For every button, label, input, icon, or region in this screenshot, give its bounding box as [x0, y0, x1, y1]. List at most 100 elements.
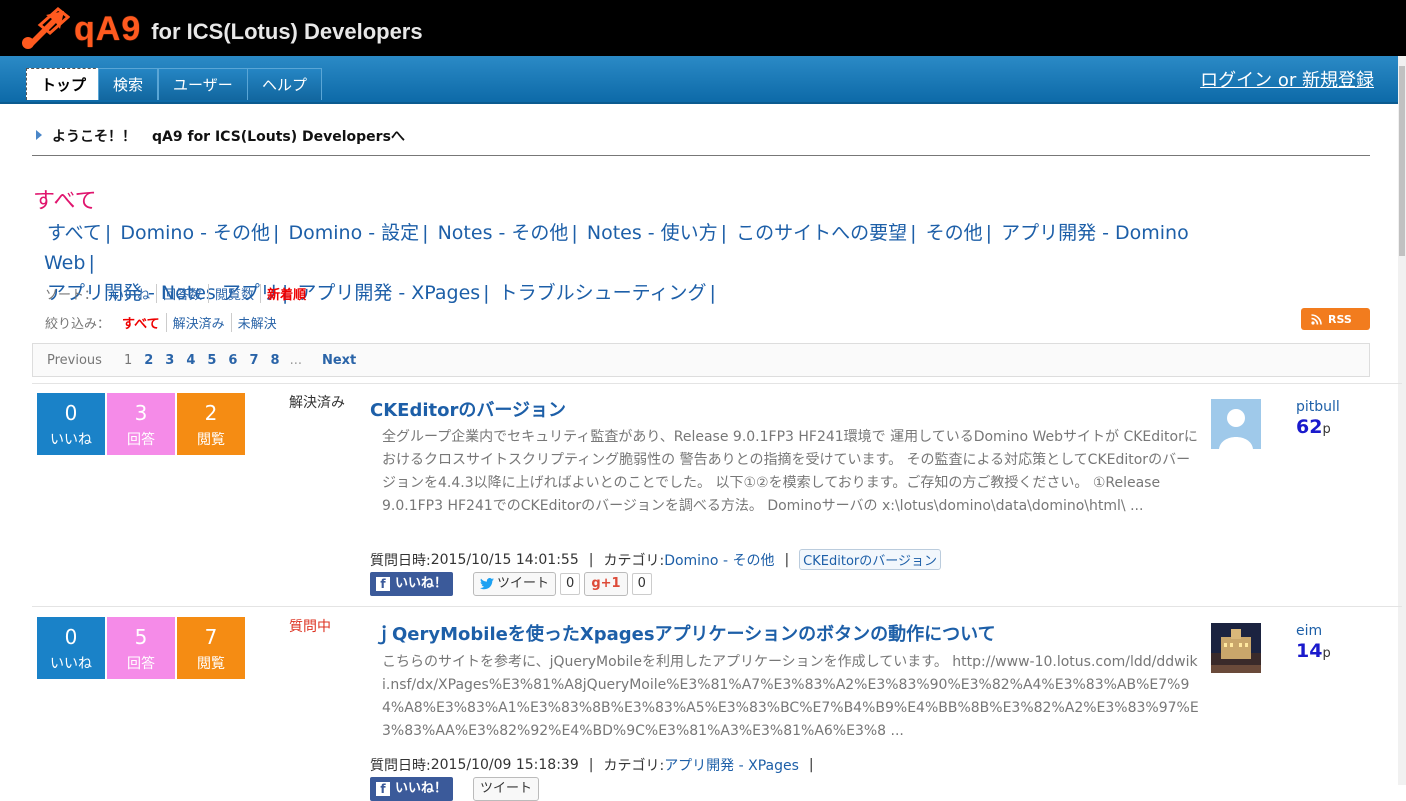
- pager-page[interactable]: 6: [228, 353, 237, 368]
- facebook-icon: f: [376, 782, 390, 796]
- main-nav: トップ 検索 ユーザー ヘルプ ログイン or 新規登録: [0, 56, 1398, 104]
- user-name-link[interactable]: pitbull: [1296, 399, 1340, 415]
- pager-page[interactable]: 4: [186, 353, 195, 368]
- category-link[interactable]: Domino - 設定: [288, 222, 419, 244]
- answer-label: 回答: [127, 432, 155, 448]
- category-link[interactable]: その他: [926, 222, 983, 244]
- question-tag[interactable]: CKEditorのバージョン: [799, 549, 941, 570]
- sort-label: ソート：: [45, 288, 98, 303]
- asked-label: 質問日時:: [370, 758, 431, 774]
- tweet-count: 0: [560, 573, 581, 595]
- asked-label: 質問日時:: [370, 552, 431, 569]
- rss-icon: [1311, 313, 1322, 325]
- facebook-like-button[interactable]: f いいね！: [370, 777, 454, 801]
- answer-count-box: 3 回答: [107, 393, 175, 455]
- category-link[interactable]: Notes - 使い方: [587, 222, 718, 244]
- asked-date: 2015/10/09 15:18:39: [430, 757, 579, 773]
- view-label: 閲覧: [197, 432, 225, 448]
- category-link[interactable]: すべて: [47, 222, 102, 244]
- pager-next[interactable]: Next: [322, 353, 356, 368]
- view-count-box: 7 閲覧: [177, 617, 245, 679]
- tab-search[interactable]: 検索: [98, 68, 159, 100]
- welcome-site: qA9 for ICS(Louts) Developersへ: [152, 129, 405, 145]
- category-link[interactable]: アプリ開発 - XPages: [297, 282, 480, 304]
- sort-option-views[interactable]: 閲覧数: [209, 284, 262, 303]
- pager-page[interactable]: 5: [207, 353, 216, 368]
- google-plus-button[interactable]: g+1: [584, 572, 628, 596]
- filter-label: 絞り込み：: [45, 317, 111, 332]
- rss-button[interactable]: RSS: [1301, 308, 1370, 330]
- like-label: いいね: [50, 432, 92, 448]
- default-user-icon: [1211, 399, 1261, 449]
- question-excerpt: こちらのサイトを参考に、jQueryMobileを利用したアプリケーションを作成…: [382, 654, 1199, 739]
- user-avatar[interactable]: [1211, 623, 1261, 673]
- sort-option-likes[interactable]: いいね: [105, 284, 158, 303]
- scrollbar-thumb[interactable]: [1399, 66, 1405, 256]
- site-logo[interactable]: qA9 for ICS(Lotus) Developers: [18, 6, 423, 52]
- social-buttons: f いいね！ ツイート: [370, 777, 540, 801]
- points-unit: p: [1322, 646, 1331, 661]
- site-header: qA9 for ICS(Lotus) Developers: [0, 0, 1406, 56]
- sort-option-answers[interactable]: 回答数: [157, 284, 210, 303]
- like-label: いいね: [50, 656, 92, 672]
- question-category-link[interactable]: アプリ開発 - XPages: [664, 755, 799, 775]
- answer-label: 回答: [127, 656, 155, 672]
- page-scrollbar[interactable]: [1398, 56, 1406, 785]
- category-link[interactable]: トラブルシューティング: [499, 282, 707, 304]
- user-photo-icon: [1211, 623, 1261, 673]
- triangle-right-icon: [36, 130, 42, 140]
- question-title-link[interactable]: ｊQeryMobileを使ったXpagesアプリケーションのボタンの動作について: [374, 620, 996, 646]
- logo-mark: qA9: [74, 9, 142, 48]
- question-category-link[interactable]: Domino - その他: [664, 550, 774, 570]
- user-points-value: 62: [1296, 416, 1323, 438]
- category-link[interactable]: Notes - その他: [438, 222, 569, 244]
- filter-options: 絞り込み： すべて 解決済み 未解決: [45, 313, 283, 332]
- tab-users[interactable]: ユーザー: [158, 68, 248, 100]
- pager-page: 1: [123, 352, 133, 368]
- social-buttons: f いいね！ ツイート 0 g+1 0: [370, 572, 652, 596]
- user-name-link[interactable]: eim: [1296, 623, 1322, 639]
- welcome-banner: ようこそ！！ qA9 for ICS(Louts) Developersへ: [36, 126, 405, 146]
- question-title-link[interactable]: CKEditorのバージョン: [370, 396, 566, 422]
- pager-page[interactable]: 7: [249, 353, 258, 368]
- divider: [32, 155, 1370, 156]
- asked-date: 2015/10/15 14:01:55: [430, 551, 579, 568]
- google-plus-label: +1: [600, 576, 621, 591]
- login-link[interactable]: ログイン or 新規登録: [1200, 66, 1374, 92]
- logo-arrow-icon: [22, 7, 70, 49]
- google-plus-count: 0: [631, 573, 652, 595]
- answer-count: 5: [134, 625, 148, 649]
- divider: [32, 383, 1402, 384]
- logo-subtitle: for ICS(Lotus) Developers: [151, 19, 423, 44]
- pager-previous[interactable]: Previous: [47, 353, 102, 368]
- view-count: 7: [204, 625, 218, 649]
- sort-option-newest[interactable]: 新着順: [261, 284, 312, 303]
- view-count-box: 2 閲覧: [177, 393, 245, 455]
- filter-option-all[interactable]: すべて: [116, 313, 167, 332]
- tweet-button[interactable]: ツイート: [473, 777, 540, 801]
- view-count: 2: [204, 401, 218, 425]
- pager-page[interactable]: 8: [271, 353, 280, 368]
- page-title: すべて: [33, 189, 97, 214]
- status-badge: 解決済み: [289, 395, 345, 411]
- category-link[interactable]: このサイトへの要望: [736, 222, 907, 244]
- facebook-like-label: いいね！: [395, 781, 448, 796]
- question-excerpt: 全グループ企業内でセキュリティ監査があり、Release 9.0.1FP3 HF…: [382, 429, 1198, 514]
- filter-option-solved[interactable]: 解決済み: [167, 313, 232, 332]
- tweet-button[interactable]: ツイート: [473, 572, 557, 596]
- pagination: Previous 1 2 3 4 5 6 7 8 ... Next: [32, 343, 1370, 377]
- facebook-like-button[interactable]: f いいね！: [370, 572, 454, 596]
- google-plus-icon: g: [591, 576, 601, 591]
- pager-page[interactable]: 3: [165, 353, 174, 368]
- like-count: 0: [64, 625, 78, 649]
- category-link[interactable]: Domino - その他: [120, 222, 270, 244]
- user-points: 14p: [1296, 640, 1331, 662]
- answer-count-box: 5 回答: [107, 617, 175, 679]
- tab-help[interactable]: ヘルプ: [247, 68, 323, 100]
- category-label: カテゴリ:: [603, 552, 665, 569]
- pager-page[interactable]: 2: [144, 353, 153, 368]
- tab-top[interactable]: トップ: [26, 68, 102, 100]
- user-avatar[interactable]: [1211, 399, 1261, 449]
- filter-option-unsolved[interactable]: 未解決: [232, 313, 283, 332]
- facebook-like-label: いいね！: [395, 576, 448, 591]
